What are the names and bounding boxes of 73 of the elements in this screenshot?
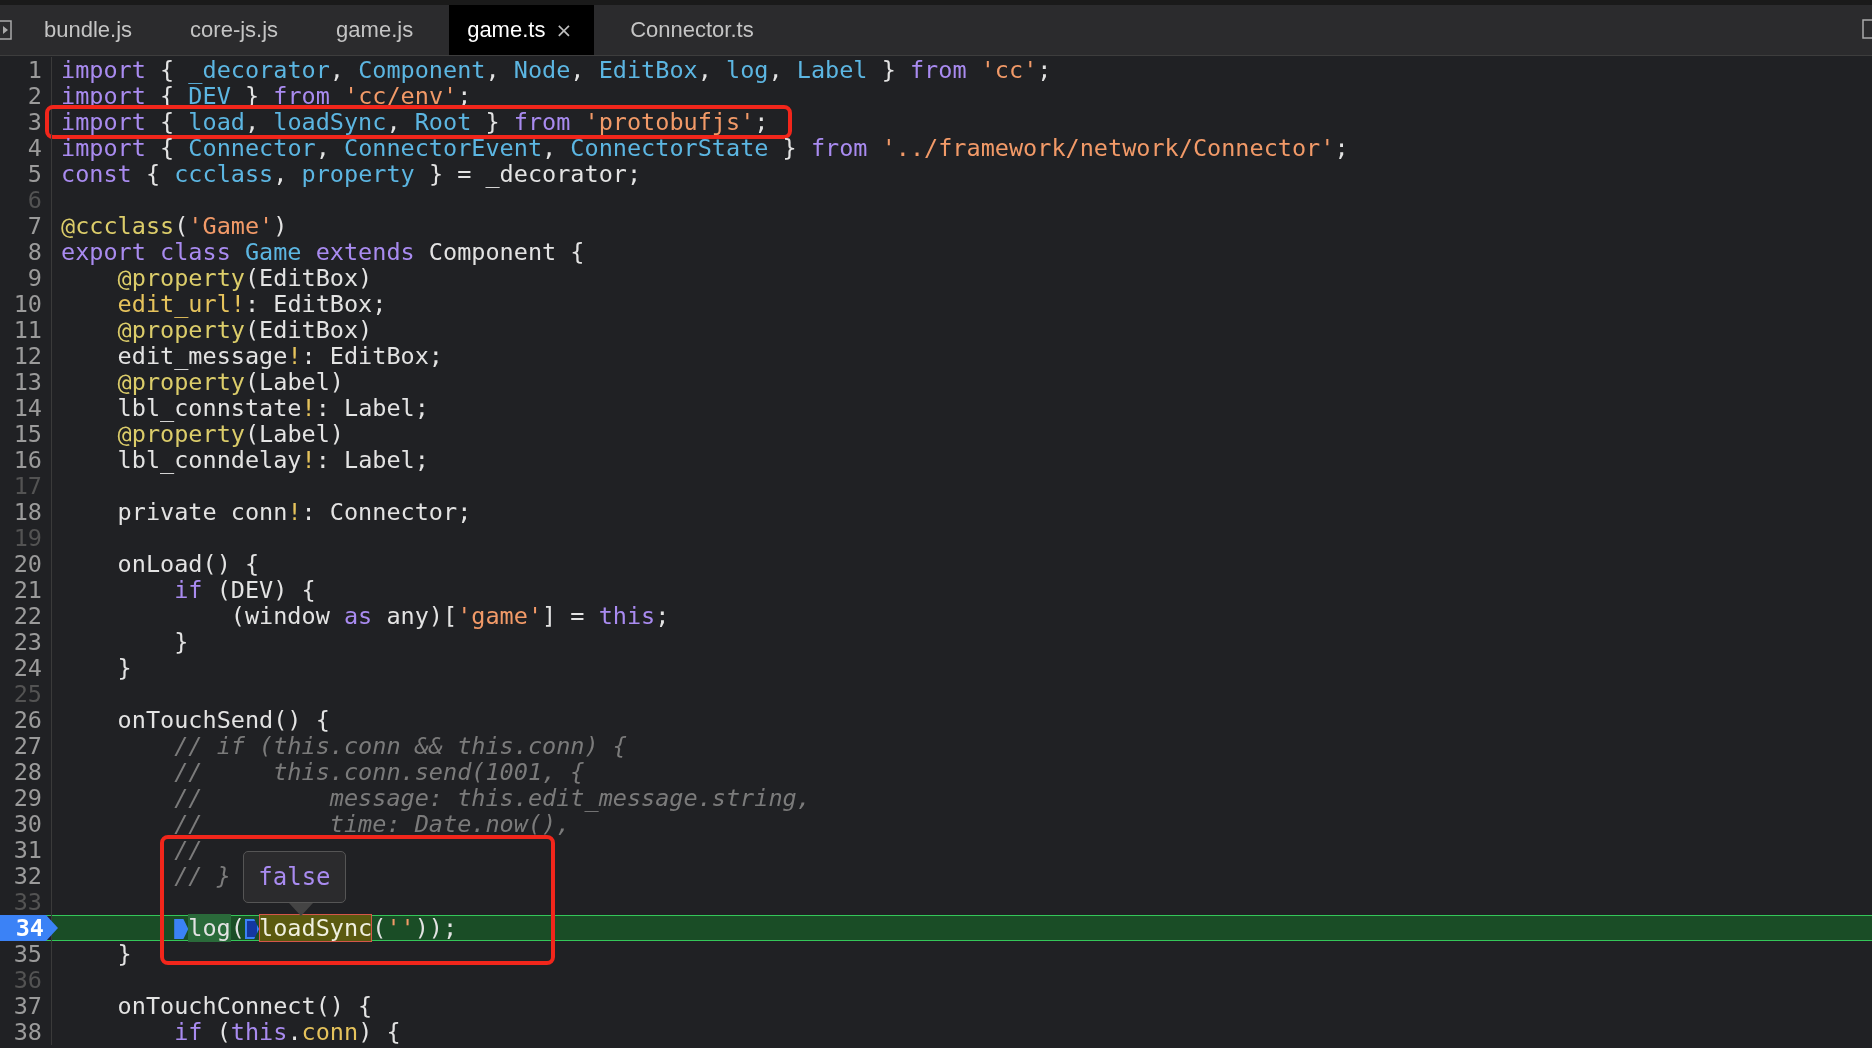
line-number: 11	[13, 317, 42, 343]
line-number: 22	[13, 603, 42, 629]
code-text: @property(EditBox)	[117, 264, 373, 292]
code-text: import { load, loadSync, Root } from 'protobufjs';	[61, 108, 769, 136]
line-number: 12	[13, 343, 42, 369]
line-number: 3	[27, 109, 42, 135]
line-number: 18	[13, 499, 42, 525]
line-number: 31	[13, 837, 42, 863]
line-number: 26	[13, 707, 42, 733]
code-text: onTouchConnect() {	[116, 992, 373, 1020]
line-number: 37	[13, 993, 42, 1019]
code-text: import { Connector, ConnectorEvent, ConnectorState } from '../framework/network/Connector';	[61, 134, 1349, 162]
code-text: // this.conn.send(1001, {	[173, 758, 585, 786]
code-text: if (this.conn) {	[173, 1018, 401, 1046]
line-number: 24	[13, 655, 42, 681]
line-number: 28	[13, 759, 42, 785]
code-text: onTouchSend() {	[116, 706, 330, 734]
breakpoint-marker-icon[interactable]	[174, 919, 189, 939]
code-text: @property(Label)	[116, 420, 344, 448]
code-text: lbl_conndelay!: Label;	[116, 446, 429, 474]
code-text: private conn!: Connector;	[116, 498, 472, 526]
sidebar-toggle-icon[interactable]	[0, 20, 12, 40]
line-number: 7	[27, 213, 42, 239]
code-text: (window as any)['game'] = this;	[229, 602, 670, 630]
line-number: 8	[27, 239, 42, 265]
code-text: import { _decorator, Component, Node, EditBox, log, Label } from 'cc';	[61, 56, 1052, 84]
code-text: lbl_connstate!: Label;	[116, 394, 429, 422]
line-number: 27	[13, 733, 42, 759]
line-number: 13	[13, 369, 42, 395]
line-number: 5	[27, 161, 42, 187]
value-tooltip: false	[243, 851, 346, 903]
file-tab[interactable]: Connector.ts	[608, 5, 776, 55]
code-text: }	[116, 654, 132, 682]
close-icon[interactable]: ×	[555, 18, 573, 42]
panel-toggle-icon[interactable]	[1862, 19, 1872, 39]
code-text: }	[116, 940, 132, 968]
line-number: 4	[27, 135, 42, 161]
code-text: // time: Date.now(),	[173, 810, 571, 838]
line-number: 2	[27, 83, 42, 109]
line-number: 15	[13, 421, 42, 447]
file-tab[interactable]: game.js	[314, 5, 436, 55]
current-line-number[interactable]: 34	[0, 915, 58, 941]
line-number: 29	[13, 785, 42, 811]
code-text: @ccclass('Game')	[61, 212, 288, 240]
line-number: 10	[13, 291, 42, 317]
code-text: export class Game extends Component {	[61, 238, 585, 266]
line-number: 21	[13, 577, 42, 603]
file-tab[interactable]: game.ts ×	[449, 5, 595, 55]
line-number: 1	[27, 57, 42, 83]
code-text: //	[173, 836, 203, 864]
code-text: edit_url!: EditBox;	[116, 290, 387, 318]
line-number: 38	[13, 1019, 42, 1045]
file-tab[interactable]: bundle.js	[22, 5, 155, 55]
code-text: onLoad() {	[116, 550, 260, 578]
tooltip-arrow-icon	[289, 903, 314, 917]
line-number: 9	[27, 265, 42, 291]
line-number: 32	[13, 863, 42, 889]
line-number: 35	[13, 941, 42, 967]
code-text: if (DEV) {	[173, 576, 316, 604]
file-tab[interactable]: core-js.js	[168, 5, 301, 55]
code-text: // }	[173, 862, 231, 890]
code-text: edit_message!: EditBox;	[116, 342, 443, 370]
line-number: 23	[13, 629, 42, 655]
line-number: 20	[13, 551, 42, 577]
code-text: @property(EditBox)	[116, 316, 373, 344]
code-text: // if (this.conn && this.conn) {	[173, 732, 627, 760]
code-text: // message: this.edit_message.string,	[173, 784, 811, 812]
breakpoint-marker-icon[interactable]	[244, 919, 260, 939]
line-number: 14	[13, 395, 42, 421]
code-text: }	[173, 628, 189, 656]
line-number: 16	[13, 447, 42, 473]
line-number: 30	[13, 811, 42, 837]
code-text: const { ccclass, property } = _decorator;	[61, 160, 642, 188]
